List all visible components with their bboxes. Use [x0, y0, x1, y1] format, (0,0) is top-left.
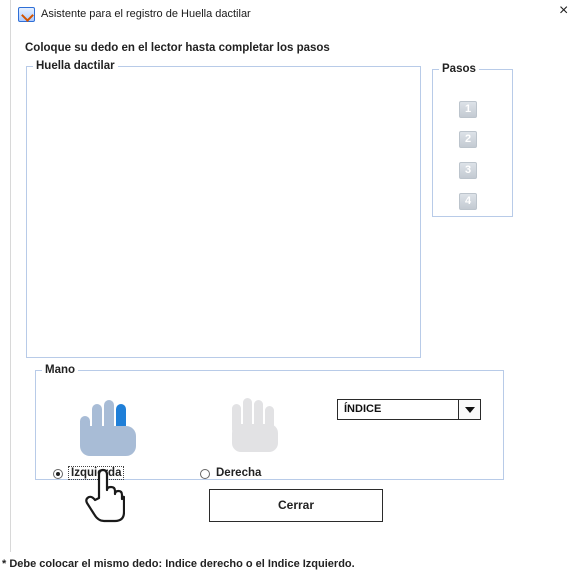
finger-select[interactable]: ÍNDICE: [337, 399, 481, 420]
step-indicator-3: 3: [459, 162, 477, 179]
hand-panel: Mano ÍNDICE Izquierda Derecha: [35, 364, 504, 480]
window-title: Asistente para el registro de Huella dac…: [41, 8, 251, 20]
step-indicator-4: 4: [459, 193, 477, 210]
title-bar: Asistente para el registro de Huella dac…: [11, 0, 571, 30]
right-hand-palm: [232, 424, 278, 452]
enrollment-window: Asistente para el registro de Huella dac…: [10, 0, 571, 552]
close-icon[interactable]: ×: [559, 2, 568, 20]
step-indicator-2: 2: [459, 131, 477, 148]
radio-right-hand-label[interactable]: Derecha: [216, 467, 261, 479]
right-hand-icon[interactable]: [224, 394, 284, 454]
left-hand-icon[interactable]: [76, 396, 136, 456]
java-window-icon: [18, 7, 35, 22]
hand-panel-title: Mano: [45, 364, 76, 376]
fingerprint-panel-title: Huella dactilar: [36, 60, 115, 72]
steps-panel-title: Pasos: [442, 63, 476, 75]
pointer-cursor-icon: [85, 468, 125, 523]
finger-select-value: ÍNDICE: [344, 403, 382, 415]
fingerprint-panel: Huella dactilar: [26, 60, 421, 358]
radio-left-hand-circle[interactable]: [53, 469, 63, 479]
instruction-text: Coloque su dedo en el lector hasta compl…: [25, 42, 330, 54]
left-hand-palm: [80, 426, 136, 456]
footer-note: * Debe colocar el mismo dedo: Indice der…: [2, 558, 355, 570]
finger-select-dropdown-button[interactable]: [458, 400, 480, 419]
step-indicator-1: 1: [459, 101, 477, 118]
chevron-down-icon: [465, 407, 475, 413]
radio-right-hand-circle[interactable]: [200, 469, 210, 479]
radio-selected-dot: [56, 472, 60, 476]
steps-panel: Pasos 1 2 3 4: [432, 63, 513, 217]
close-button[interactable]: Cerrar: [209, 489, 383, 522]
